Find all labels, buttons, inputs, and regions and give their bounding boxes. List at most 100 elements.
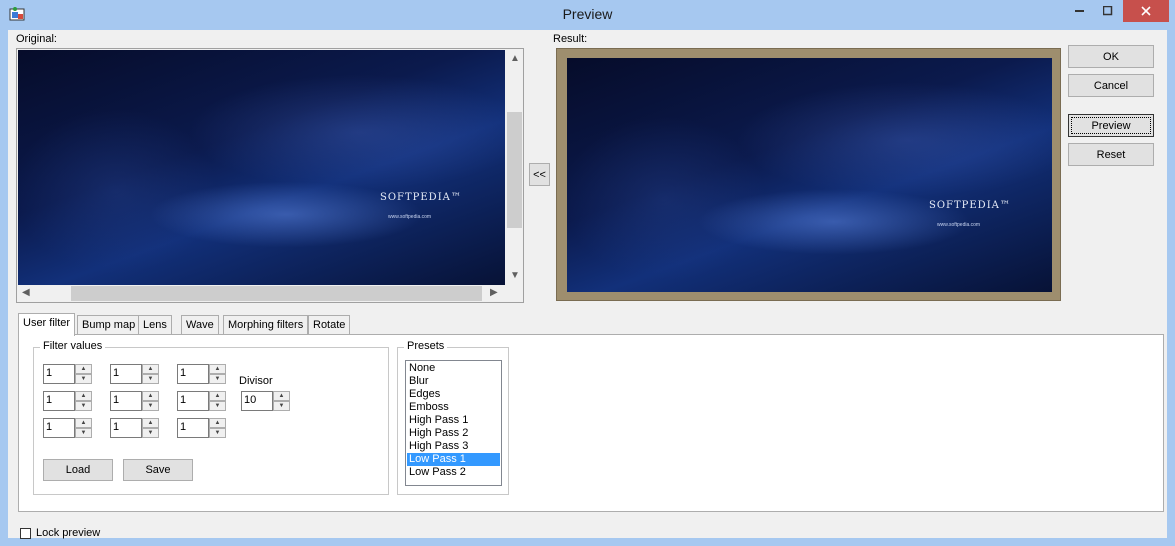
result-image: SOFTPEDIA™ www.softpedia.com <box>567 58 1052 292</box>
filter-value-input[interactable]: 1 <box>177 391 209 411</box>
horizontal-scroll-thumb[interactable] <box>71 286 482 301</box>
spin-down-icon[interactable]: ▼ <box>142 401 159 411</box>
user-filter-panel: Filter values 1 ▲ ▼ 1 ▲ ▼ 1 ▲ ▼ 1 ▲ ▼ 1 … <box>18 334 1164 512</box>
tab-user-filter[interactable]: User filter <box>18 313 76 336</box>
spin-up-icon[interactable]: ▲ <box>209 418 226 428</box>
spin-up-icon[interactable]: ▲ <box>75 418 92 428</box>
spin-up-icon[interactable]: ▲ <box>75 391 92 401</box>
filter-value-spinner[interactable]: 1 ▲ ▼ <box>177 364 227 384</box>
image-url-text: www.softpedia.com <box>388 214 432 220</box>
ok-button[interactable]: OK <box>1068 45 1154 68</box>
vertical-scroll-thumb[interactable] <box>507 112 522 228</box>
spin-up-icon[interactable]: ▲ <box>209 364 226 374</box>
vertical-scrollbar[interactable]: ▲ ▼ <box>506 50 523 285</box>
preview-button[interactable]: Preview <box>1068 114 1154 137</box>
spin-up-icon[interactable]: ▲ <box>273 391 290 401</box>
original-caption: Original: <box>16 33 57 45</box>
spin-down-icon[interactable]: ▼ <box>209 428 226 438</box>
presets-listbox[interactable]: None Blur Edges Emboss High Pass 1 High … <box>405 360 502 486</box>
window-title: Preview <box>562 6 613 22</box>
spin-down-icon[interactable]: ▼ <box>209 374 226 384</box>
tab-lens[interactable]: Lens <box>138 315 172 335</box>
result-url-text: www.softpedia.com <box>937 222 981 228</box>
checkbox-icon[interactable] <box>20 527 31 539</box>
spin-up-icon[interactable]: ▲ <box>209 391 226 401</box>
preset-item-selected[interactable]: Low Pass 1 <box>407 453 500 466</box>
save-button[interactable]: Save <box>123 459 193 481</box>
lock-preview-label: Lock preview <box>36 527 101 539</box>
filter-value-spinner[interactable]: 1 ▲ ▼ <box>177 418 227 438</box>
client-area: Original: Result: SOFTPEDIA™ www.softped… <box>8 30 1167 539</box>
presets-group: Presets None Blur Edges Emboss High Pass… <box>397 340 509 495</box>
spin-down-icon[interactable]: ▼ <box>75 401 92 411</box>
filter-value-input[interactable]: 1 <box>110 364 142 384</box>
divisor-label: Divisor <box>239 375 273 387</box>
close-icon <box>1141 6 1151 16</box>
spin-down-icon[interactable]: ▼ <box>142 374 159 384</box>
title-bar[interactable]: Preview <box>0 0 1175 30</box>
filter-value-input[interactable]: 1 <box>43 391 75 411</box>
preset-item[interactable]: Edges <box>407 388 500 401</box>
filter-value-spinner[interactable]: 1 ▲ ▼ <box>43 391 93 411</box>
spin-down-icon[interactable]: ▼ <box>209 401 226 411</box>
filter-value-spinner[interactable]: 1 ▲ ▼ <box>43 418 93 438</box>
divisor-spinner[interactable]: 10 ▲ ▼ <box>241 391 291 411</box>
filter-value-spinner[interactable]: 1 ▲ ▼ <box>110 418 160 438</box>
preset-item[interactable]: Blur <box>407 375 500 388</box>
spin-up-icon[interactable]: ▲ <box>142 418 159 428</box>
spin-down-icon[interactable]: ▼ <box>273 401 290 411</box>
horizontal-scrollbar[interactable]: ◀ ▶ <box>18 285 506 302</box>
filter-value-spinner[interactable]: 1 ▲ ▼ <box>177 391 227 411</box>
preset-item[interactable]: High Pass 1 <box>407 414 500 427</box>
filter-value-input[interactable]: 1 <box>43 418 75 438</box>
maximize-button[interactable] <box>1094 0 1122 22</box>
scroll-down-icon[interactable]: ▼ <box>510 271 520 281</box>
tab-wave[interactable]: Wave <box>181 315 219 335</box>
minimize-icon <box>1075 10 1084 12</box>
divisor-input[interactable]: 10 <box>241 391 273 411</box>
minimize-button[interactable] <box>1066 0 1094 22</box>
result-logo-text: SOFTPEDIA™ <box>929 200 1011 211</box>
preset-item[interactable]: High Pass 3 <box>407 440 500 453</box>
cancel-button[interactable]: Cancel <box>1068 74 1154 97</box>
filter-value-input[interactable]: 1 <box>110 391 142 411</box>
preset-item[interactable]: Emboss <box>407 401 500 414</box>
tab-bump-map[interactable]: Bump map <box>77 315 141 335</box>
scroll-right-icon[interactable]: ▶ <box>490 288 498 298</box>
original-image-viewer[interactable]: SOFTPEDIA™ www.softpedia.com ▲ ▼ ◀ ▶ <box>16 48 524 303</box>
spin-down-icon[interactable]: ▼ <box>142 428 159 438</box>
load-button[interactable]: Load <box>43 459 113 481</box>
spin-up-icon[interactable]: ▲ <box>142 364 159 374</box>
tab-morphing-filters[interactable]: Morphing filters <box>223 315 309 335</box>
filter-value-spinner[interactable]: 1 ▲ ▼ <box>43 364 93 384</box>
result-image-frame: SOFTPEDIA™ www.softpedia.com <box>556 48 1061 301</box>
preset-item[interactable]: Low Pass 2 <box>407 466 500 479</box>
close-button[interactable] <box>1123 0 1169 22</box>
filter-value-input[interactable]: 1 <box>177 364 209 384</box>
filter-values-group: Filter values 1 ▲ ▼ 1 ▲ ▼ 1 ▲ ▼ 1 ▲ ▼ 1 … <box>33 340 389 495</box>
tab-rotate[interactable]: Rotate <box>308 315 351 335</box>
result-caption: Result: <box>553 33 588 45</box>
preset-item[interactable]: High Pass 2 <box>407 427 500 440</box>
preview-window: Preview Original: Result: SOFTPEDIA™ www… <box>0 0 1175 546</box>
original-image: SOFTPEDIA™ www.softpedia.com <box>18 50 505 285</box>
scroll-up-icon[interactable]: ▲ <box>510 54 520 64</box>
filter-value-input[interactable]: 1 <box>110 418 142 438</box>
filter-values-title: Filter values <box>40 340 106 352</box>
preset-item[interactable]: None <box>407 362 500 375</box>
spin-down-icon[interactable]: ▼ <box>75 374 92 384</box>
filter-value-spinner[interactable]: 1 ▲ ▼ <box>110 391 160 411</box>
copy-result-button[interactable]: << <box>529 163 550 186</box>
reset-button[interactable]: Reset <box>1068 143 1154 166</box>
maximize-icon <box>1103 6 1113 16</box>
filter-value-input[interactable]: 1 <box>177 418 209 438</box>
image-logo-text: SOFTPEDIA™ <box>380 192 462 203</box>
spin-up-icon[interactable]: ▲ <box>75 364 92 374</box>
spin-down-icon[interactable]: ▼ <box>75 428 92 438</box>
lock-preview-checkbox[interactable]: Lock preview <box>20 527 100 539</box>
scroll-left-icon[interactable]: ◀ <box>22 288 30 298</box>
filter-value-input[interactable]: 1 <box>43 364 75 384</box>
spin-up-icon[interactable]: ▲ <box>142 391 159 401</box>
filter-value-spinner[interactable]: 1 ▲ ▼ <box>110 364 160 384</box>
presets-title: Presets <box>404 340 448 352</box>
